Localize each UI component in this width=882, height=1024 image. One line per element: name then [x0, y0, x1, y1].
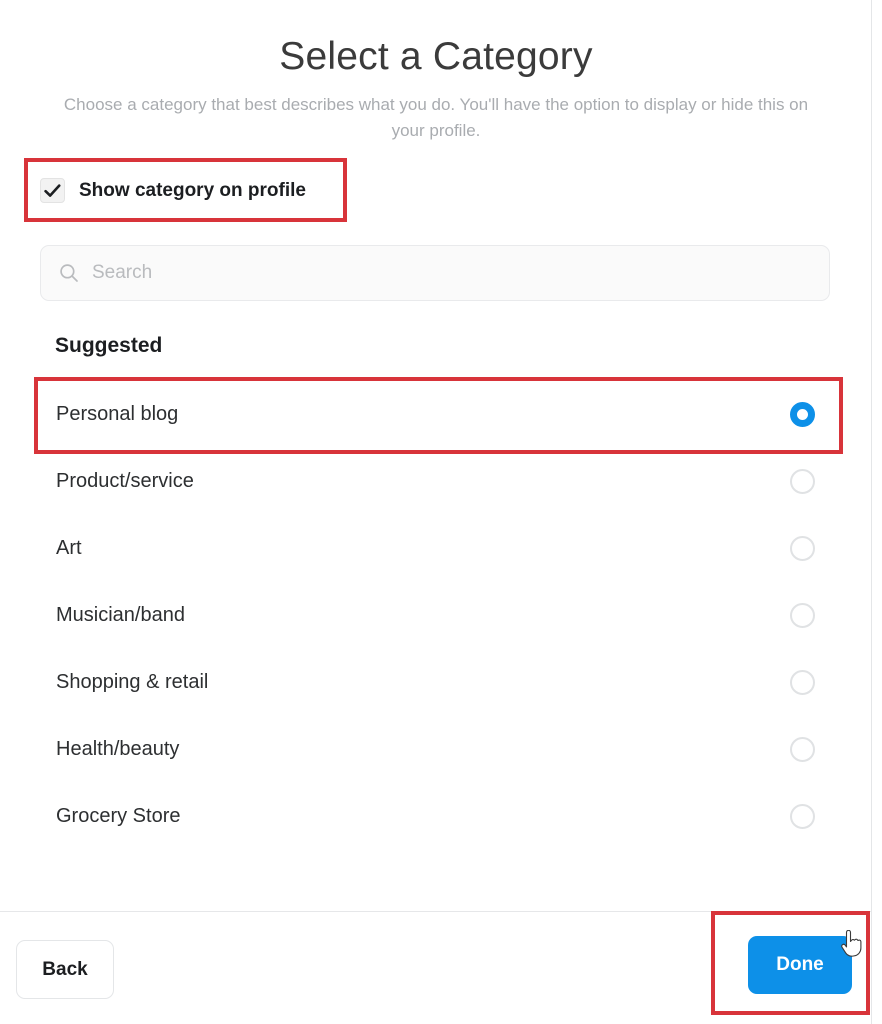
footer-divider	[0, 911, 871, 912]
category-row-art[interactable]: Art	[40, 515, 840, 582]
category-label: Personal blog	[56, 403, 179, 425]
category-row-musician-band[interactable]: Musician/band	[40, 582, 840, 649]
category-label: Grocery Store	[56, 805, 181, 827]
category-row-shopping-retail[interactable]: Shopping & retail	[40, 649, 840, 716]
category-label: Musician/band	[56, 604, 185, 626]
category-radio[interactable]	[790, 804, 815, 829]
search-icon	[60, 264, 78, 282]
category-radio[interactable]	[790, 670, 815, 695]
category-list: Personal blog Product/service Art Musici…	[40, 381, 840, 850]
category-radio-selected[interactable]	[790, 402, 815, 427]
category-radio[interactable]	[790, 603, 815, 628]
show-category-on-profile-row[interactable]: Show category on profile	[40, 178, 306, 203]
category-row-health-beauty[interactable]: Health/beauty	[40, 716, 840, 783]
page-title: Select a Category	[279, 35, 593, 78]
category-radio[interactable]	[790, 536, 815, 561]
show-category-checkbox[interactable]	[40, 178, 65, 203]
category-label: Health/beauty	[56, 738, 180, 760]
category-radio[interactable]	[790, 469, 815, 494]
show-category-checkbox-label: Show category on profile	[79, 179, 306, 201]
category-radio[interactable]	[790, 737, 815, 762]
page-subtitle: Choose a category that best describes wh…	[63, 95, 809, 140]
category-row-grocery-store[interactable]: Grocery Store	[40, 783, 840, 850]
back-button[interactable]: Back	[16, 940, 114, 999]
category-label: Shopping & retail	[56, 671, 209, 693]
category-row-product-service[interactable]: Product/service	[40, 448, 840, 515]
done-button[interactable]: Done	[748, 936, 852, 994]
right-gutter	[873, 0, 882, 1024]
category-selection-dialog: Select a Category Choose a category that…	[0, 0, 872, 1024]
category-row-personal-blog[interactable]: Personal blog	[40, 381, 840, 448]
search-input[interactable]: Search	[40, 245, 830, 301]
check-icon	[44, 183, 61, 197]
suggested-section-heading: Suggested	[55, 334, 163, 357]
category-label: Art	[56, 537, 82, 559]
category-label: Product/service	[56, 470, 194, 492]
search-placeholder-text: Search	[92, 262, 153, 283]
